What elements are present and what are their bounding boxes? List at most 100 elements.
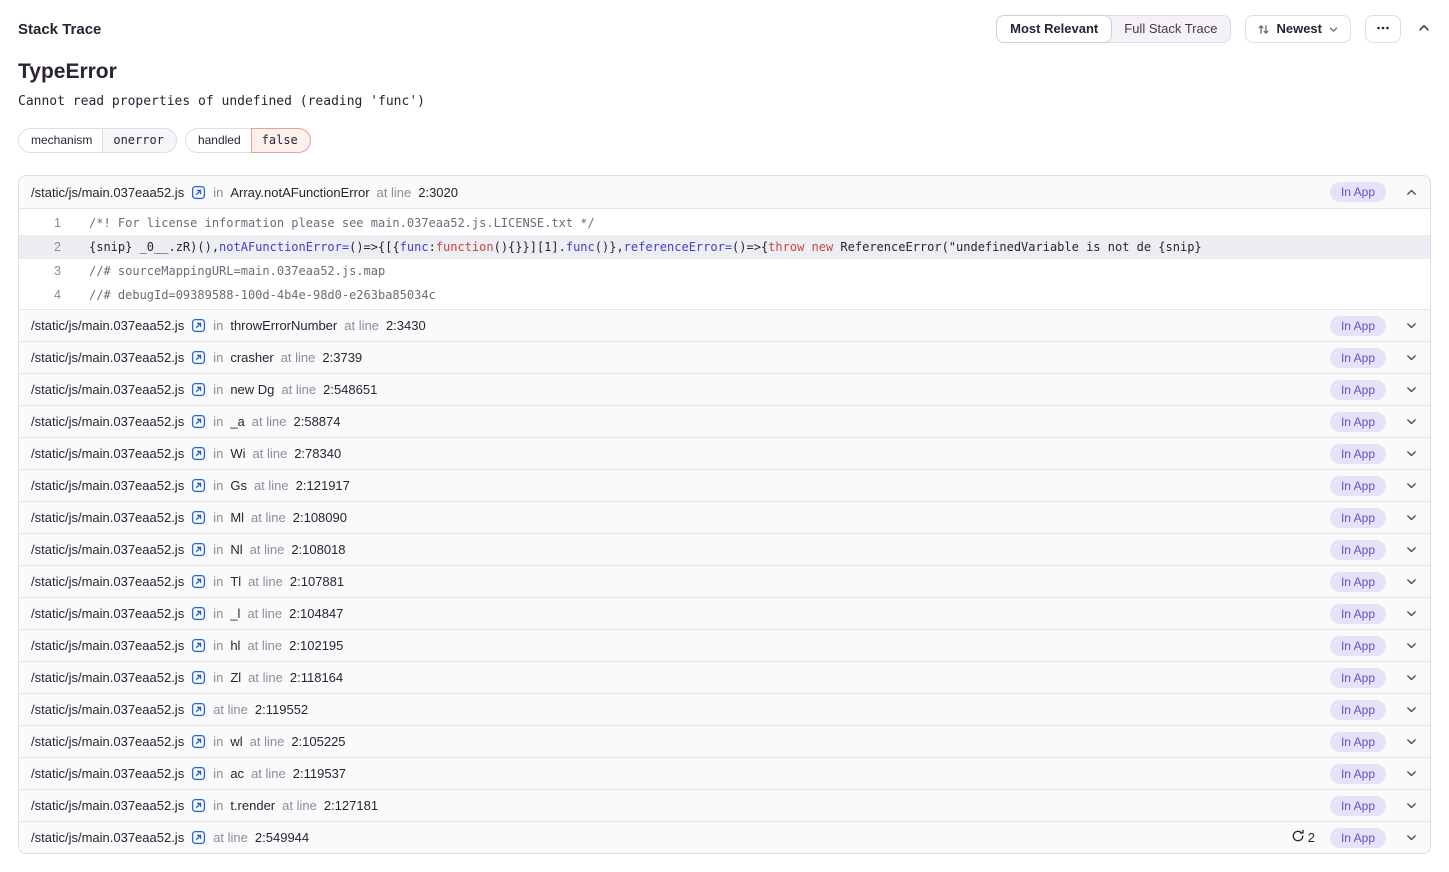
in-app-badge: In App <box>1330 380 1386 400</box>
stack-frame[interactable]: /static/js/main.037eaa52.js in Nl at lin… <box>19 533 1430 565</box>
code-snippet: 1 /*! For license information please see… <box>19 208 1430 309</box>
stack-frame[interactable]: /static/js/main.037eaa52.js in _l at lin… <box>19 597 1430 629</box>
frame-chevron[interactable] <box>1402 575 1420 588</box>
frame-path: /static/js/main.037eaa52.js <box>31 830 184 845</box>
external-link-icon[interactable] <box>191 830 206 845</box>
frame-in-label: in <box>213 734 223 749</box>
frame-in-label: in <box>213 446 223 461</box>
stack-frame[interactable]: /static/js/main.037eaa52.js in Zl at lin… <box>19 661 1430 693</box>
frame-path: /static/js/main.037eaa52.js <box>31 798 184 813</box>
frame-in-label: in <box>213 638 223 653</box>
frame-line-number: 2:78340 <box>294 446 341 461</box>
frame-function: _l <box>230 606 240 621</box>
frame-path: /static/js/main.037eaa52.js <box>31 606 184 621</box>
stack-frame[interactable]: /static/js/main.037eaa52.js in Ml at lin… <box>19 501 1430 533</box>
tag-handled[interactable]: handled false <box>185 128 311 153</box>
frame-chevron[interactable] <box>1402 767 1420 780</box>
frame-at-line-label: at line <box>248 670 283 685</box>
page-title: Stack Trace <box>18 21 101 38</box>
external-link-icon[interactable] <box>191 702 206 717</box>
stack-frame[interactable]: /static/js/main.037eaa52.js at line 2:11… <box>19 693 1430 725</box>
frame-chevron[interactable] <box>1402 186 1420 199</box>
stack-frame[interactable]: /static/js/main.037eaa52.js in hl at lin… <box>19 629 1430 661</box>
frame-path: /static/js/main.037eaa52.js <box>31 702 184 717</box>
frame-path: /static/js/main.037eaa52.js <box>31 350 184 365</box>
repeat-icon <box>1291 829 1305 846</box>
frame-in-label: in <box>213 510 223 525</box>
in-app-badge: In App <box>1330 668 1386 688</box>
frame-chevron[interactable] <box>1402 319 1420 332</box>
stack-frame[interactable]: /static/js/main.037eaa52.js in wl at lin… <box>19 725 1430 757</box>
toggle-most-relevant[interactable]: Most Relevant <box>996 15 1112 43</box>
collapse-section-button[interactable] <box>1415 19 1433 40</box>
stack-frame[interactable]: /static/js/main.037eaa52.js in Gs at lin… <box>19 469 1430 501</box>
frame-chevron[interactable] <box>1402 799 1420 812</box>
line-number: 4 <box>19 283 61 307</box>
frame-path: /static/js/main.037eaa52.js <box>31 510 184 525</box>
stack-frame[interactable]: /static/js/main.037eaa52.js in new Dg at… <box>19 373 1430 405</box>
frame-chevron[interactable] <box>1402 703 1420 716</box>
stack-frame[interactable]: /static/js/main.037eaa52.js in Wi at lin… <box>19 437 1430 469</box>
stack-frame[interactable]: /static/js/main.037eaa52.js at line 2:54… <box>19 821 1430 853</box>
frame-repeat-group: 2 <box>1291 829 1315 846</box>
error-tags: mechanism onerror handled false <box>18 128 1431 153</box>
external-link-icon[interactable] <box>191 382 206 397</box>
stack-frame[interactable]: /static/js/main.037eaa52.js in throwErro… <box>19 309 1430 341</box>
frame-chevron[interactable] <box>1402 639 1420 652</box>
frame-chevron[interactable] <box>1402 607 1420 620</box>
external-link-icon[interactable] <box>191 414 206 429</box>
external-link-icon[interactable] <box>191 510 206 525</box>
in-app-badge: In App <box>1330 476 1386 496</box>
external-link-icon[interactable] <box>191 185 206 200</box>
frame-line-number: 2:119537 <box>293 766 346 781</box>
frame-chevron[interactable] <box>1402 735 1420 748</box>
ellipsis-icon <box>1375 20 1391 39</box>
sort-button[interactable]: Newest <box>1245 15 1351 43</box>
frame-path: /static/js/main.037eaa52.js <box>31 574 184 589</box>
external-link-icon[interactable] <box>191 734 206 749</box>
external-link-icon[interactable] <box>191 638 206 653</box>
in-app-badge: In App <box>1330 508 1386 528</box>
frame-chevron[interactable] <box>1402 543 1420 556</box>
frame-chevron[interactable] <box>1402 351 1420 364</box>
in-app-badge: In App <box>1330 764 1386 784</box>
external-link-icon[interactable] <box>191 478 206 493</box>
frame-chevron[interactable] <box>1402 415 1420 428</box>
external-link-icon[interactable] <box>191 798 206 813</box>
stack-frame[interactable]: /static/js/main.037eaa52.js in _a at lin… <box>19 405 1430 437</box>
tag-key: mechanism <box>18 128 102 153</box>
stack-frame[interactable]: /static/js/main.037eaa52.js in Array.not… <box>19 176 1430 208</box>
stack-frame[interactable]: /static/js/main.037eaa52.js in t.render … <box>19 789 1430 821</box>
external-link-icon[interactable] <box>191 350 206 365</box>
external-link-icon[interactable] <box>191 574 206 589</box>
frame-at-line-label: at line <box>250 542 285 557</box>
external-link-icon[interactable] <box>191 542 206 557</box>
frame-in-label: in <box>213 766 223 781</box>
frame-chevron[interactable] <box>1402 479 1420 492</box>
frame-chevron[interactable] <box>1402 831 1420 844</box>
frame-chevron[interactable] <box>1402 383 1420 396</box>
external-link-icon[interactable] <box>191 446 206 461</box>
external-link-icon[interactable] <box>191 670 206 685</box>
sort-button-label: Newest <box>1276 21 1322 37</box>
frame-chevron[interactable] <box>1402 511 1420 524</box>
frame-chevron[interactable] <box>1402 447 1420 460</box>
tag-mechanism[interactable]: mechanism onerror <box>18 128 177 153</box>
external-link-icon[interactable] <box>191 766 206 781</box>
frame-line-number: 2:3430 <box>386 318 426 333</box>
stack-frame[interactable]: /static/js/main.037eaa52.js in crasher a… <box>19 341 1430 373</box>
frame-chevron[interactable] <box>1402 671 1420 684</box>
code-text: //# debugId=09389588-100d-4b4e-98d0-e263… <box>61 283 436 307</box>
stack-frame[interactable]: /static/js/main.037eaa52.js in Tl at lin… <box>19 565 1430 597</box>
frame-path: /static/js/main.037eaa52.js <box>31 766 184 781</box>
toggle-full-stack-trace[interactable]: Full Stack Trace <box>1110 15 1231 43</box>
tag-value: onerror <box>102 128 177 153</box>
code-line: 4 //# debugId=09389588-100d-4b4e-98d0-e2… <box>19 283 1430 307</box>
frame-line-number: 2:118164 <box>290 670 343 685</box>
external-link-icon[interactable] <box>191 318 206 333</box>
external-link-icon[interactable] <box>191 606 206 621</box>
more-options-button[interactable] <box>1365 15 1401 43</box>
frame-in-label: in <box>213 574 223 589</box>
sort-arrows-icon <box>1257 23 1270 36</box>
stack-frame[interactable]: /static/js/main.037eaa52.js in ac at lin… <box>19 757 1430 789</box>
